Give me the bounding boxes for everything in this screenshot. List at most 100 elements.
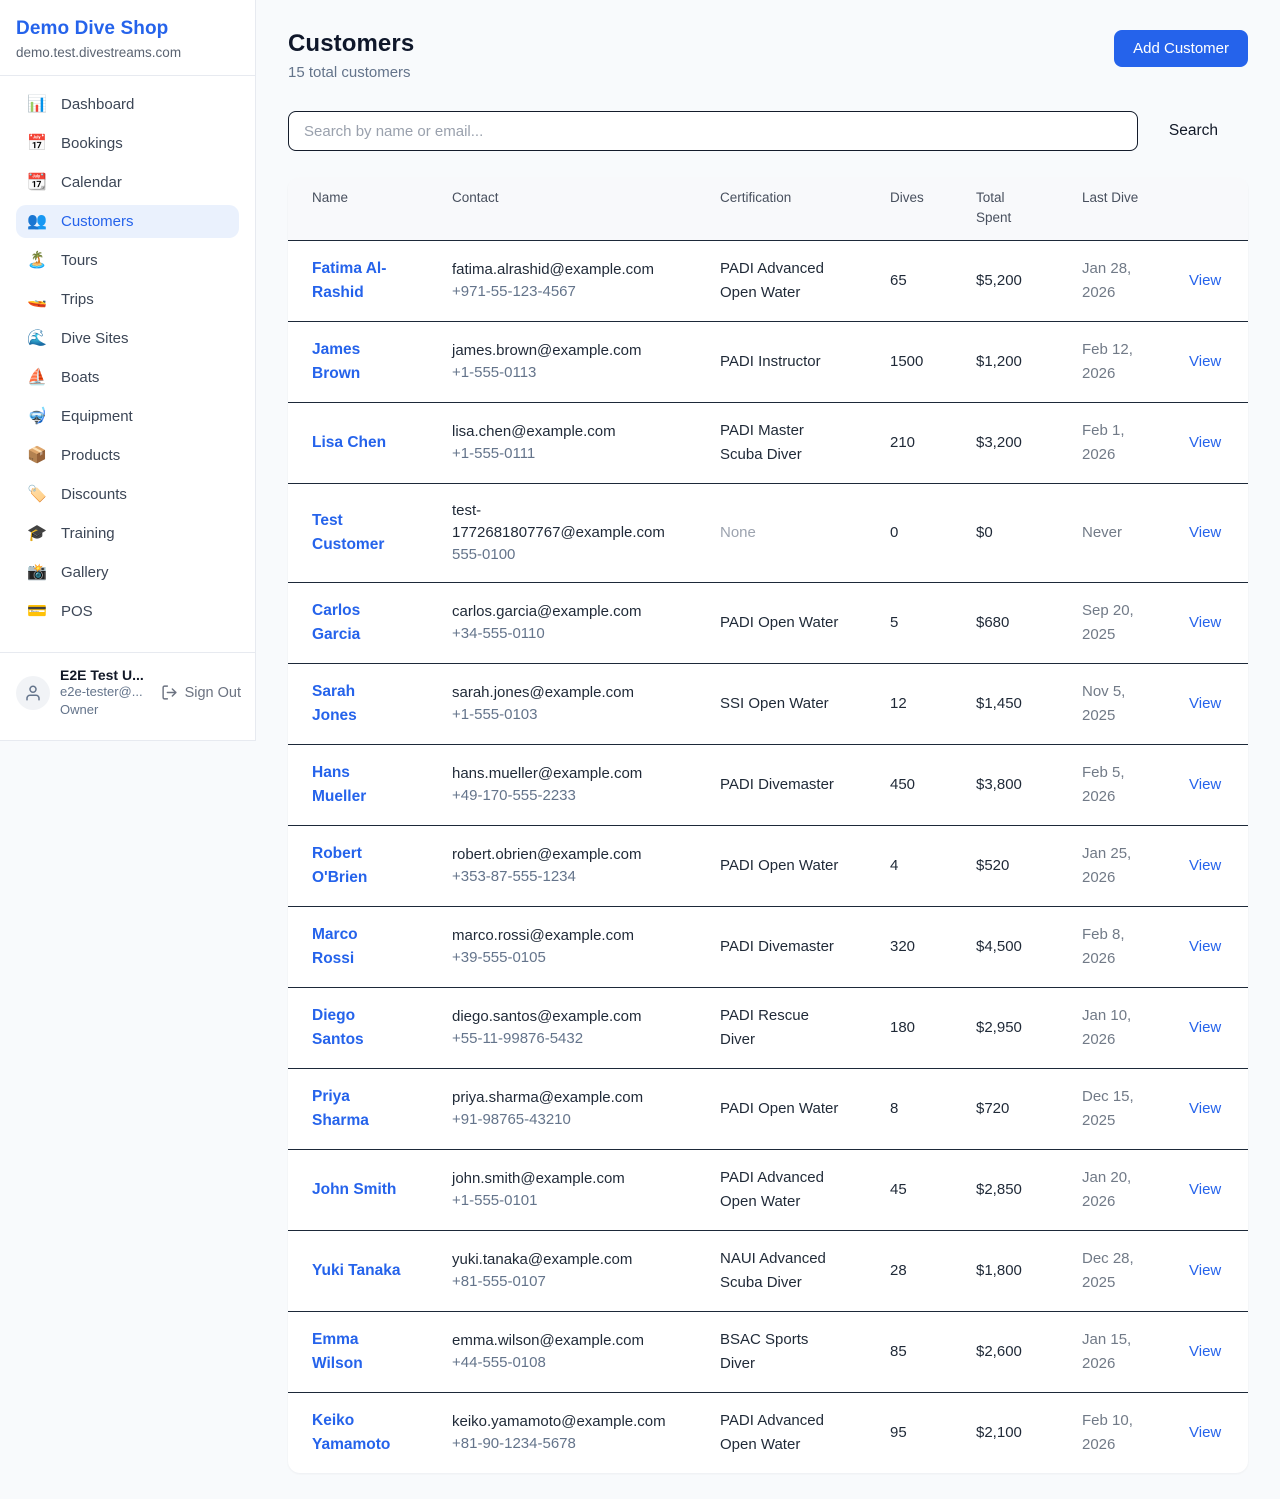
table-row: Fatima Al-Rashidfatima.alrashid@example.…: [288, 241, 1248, 322]
customer-phone: +1-555-0113: [452, 362, 672, 384]
sidebar-item-discounts[interactable]: 🏷️Discounts: [16, 478, 239, 511]
customer-certification-cell: PADI Rescue Diver: [696, 988, 866, 1069]
table-row: Robert O'Brien robert.obrien@example.com+…: [288, 826, 1248, 907]
customer-phone: +1-555-0111: [452, 443, 672, 465]
customer-dives-cell: 85: [866, 1312, 952, 1393]
logout-icon: [161, 684, 178, 701]
view-customer-link[interactable]: View: [1189, 272, 1221, 289]
customer-actions-cell: View: [1165, 1150, 1248, 1231]
sidebar-item-trips[interactable]: 🚤Trips: [16, 283, 239, 316]
sidebar-item-calendar[interactable]: 📆Calendar: [16, 166, 239, 199]
search-button[interactable]: Search: [1138, 122, 1248, 140]
view-customer-link[interactable]: View: [1189, 614, 1221, 631]
customer-certification-cell: PADI Divemaster: [696, 907, 866, 988]
sign-out-label: Sign Out: [185, 685, 241, 701]
customer-name-link[interactable]: Fatima Al-Rashid: [312, 260, 386, 301]
sign-out-button[interactable]: Sign Out: [161, 684, 241, 701]
customer-total-spent-cell: $2,850: [952, 1150, 1058, 1231]
customer-actions-cell: View: [1165, 664, 1248, 745]
customer-total-spent-cell: $680: [952, 583, 1058, 664]
customer-phone: +34-555-0110: [452, 623, 672, 645]
customer-dives-cell: 210: [866, 403, 952, 484]
table-row: Diego Santosdiego.santos@example.com+55-…: [288, 988, 1248, 1069]
sidebar-item-gallery[interactable]: 📸Gallery: [16, 556, 239, 589]
sidebar-item-tours[interactable]: 🏝️Tours: [16, 244, 239, 277]
customer-name-link[interactable]: Emma Wilson: [312, 1331, 363, 1372]
customer-contact-cell: hans.mueller@example.com+49-170-555-2233: [428, 745, 696, 826]
customer-name-cell: Lisa Chen: [288, 403, 428, 484]
customer-name-cell: Priya Sharma: [288, 1069, 428, 1150]
column-header-contact: Contact: [428, 177, 696, 241]
customer-name-link[interactable]: Yuki Tanaka: [312, 1262, 400, 1279]
sidebar-item-products[interactable]: 📦Products: [16, 439, 239, 472]
customer-name-cell: Sarah Jones: [288, 664, 428, 745]
search-input[interactable]: [288, 111, 1138, 151]
person-icon: [24, 684, 42, 702]
customer-name-link[interactable]: Lisa Chen: [312, 434, 386, 451]
view-customer-link[interactable]: View: [1189, 1343, 1221, 1360]
customer-certification-cell: PADI Advanced Open Water: [696, 1150, 866, 1231]
view-customer-link[interactable]: View: [1189, 1181, 1221, 1198]
customer-email: robert.obrien@example.com: [452, 844, 672, 866]
view-customer-link[interactable]: View: [1189, 1262, 1221, 1279]
view-customer-link[interactable]: View: [1189, 353, 1221, 370]
customer-name-cell: Marco Rossi: [288, 907, 428, 988]
sidebar-nav: 📊Dashboard 📅Bookings 📆Calendar 👥Customers 🏝️…: [0, 76, 255, 642]
customer-total-spent-cell: $3,200: [952, 403, 1058, 484]
sidebar-item-boats[interactable]: ⛵Boats: [16, 361, 239, 394]
customer-name-link[interactable]: Marco Rossi: [312, 926, 358, 967]
customer-name-link[interactable]: Test Customer: [312, 512, 384, 553]
customer-name-link[interactable]: Robert O'Brien: [312, 845, 367, 886]
customer-phone: +81-555-0107: [452, 1271, 672, 1293]
view-customer-link[interactable]: View: [1189, 1019, 1221, 1036]
customer-name-link[interactable]: Priya Sharma: [312, 1088, 369, 1129]
view-customer-link[interactable]: View: [1189, 434, 1221, 451]
sidebar-item-training[interactable]: 🎓Training: [16, 517, 239, 550]
customer-total-spent-cell: $2,950: [952, 988, 1058, 1069]
table-row: Sarah Jonessarah.jones@example.com+1-555…: [288, 664, 1248, 745]
view-customer-link[interactable]: View: [1189, 938, 1221, 955]
view-customer-link[interactable]: View: [1189, 776, 1221, 793]
customer-name-link[interactable]: John Smith: [312, 1181, 396, 1198]
view-customer-link[interactable]: View: [1189, 524, 1221, 541]
sidebar-item-label: Dive Sites: [61, 330, 129, 347]
sidebar-item-pos[interactable]: 💳POS: [16, 595, 239, 628]
sidebar-item-label: Dashboard: [61, 96, 134, 113]
sidebar-item-bookings[interactable]: 📅Bookings: [16, 127, 239, 160]
view-customer-link[interactable]: View: [1189, 1100, 1221, 1117]
customer-name-cell: John Smith: [288, 1150, 428, 1231]
customer-name-link[interactable]: Hans Mueller: [312, 764, 366, 805]
view-customer-link[interactable]: View: [1189, 1424, 1221, 1441]
customer-last-dive-cell: Feb 10, 2026: [1058, 1393, 1165, 1474]
customer-last-dive-cell: Jan 10, 2026: [1058, 988, 1165, 1069]
column-header-certification: Certification: [696, 177, 866, 241]
customer-name-link[interactable]: Diego Santos: [312, 1007, 364, 1048]
customer-name-link[interactable]: Sarah Jones: [312, 683, 357, 724]
customer-name-cell: Yuki Tanaka: [288, 1231, 428, 1312]
customer-last-dive-cell: Feb 12, 2026: [1058, 322, 1165, 403]
customer-contact-cell: yuki.tanaka@example.com+81-555-0107: [428, 1231, 696, 1312]
customer-name-link[interactable]: Carlos Garcia: [312, 602, 360, 643]
customer-name-link[interactable]: James Brown: [312, 341, 360, 382]
customer-contact-cell: robert.obrien@example.com+353-87-555-123…: [428, 826, 696, 907]
customer-name-cell: Test Customer: [288, 484, 428, 583]
add-customer-button[interactable]: Add Customer: [1114, 30, 1248, 67]
customer-email: diego.santos@example.com: [452, 1006, 672, 1028]
shop-domain: demo.test.divestreams.com: [16, 45, 239, 60]
sidebar-item-dive-sites[interactable]: 🌊Dive Sites: [16, 322, 239, 355]
view-customer-link[interactable]: View: [1189, 695, 1221, 712]
table-row: Emma Wilsonemma.wilson@example.com+44-55…: [288, 1312, 1248, 1393]
customer-email: yuki.tanaka@example.com: [452, 1249, 672, 1271]
customer-phone: +1-555-0101: [452, 1190, 672, 1212]
table-row: Hans Mueller hans.mueller@example.com+49-…: [288, 745, 1248, 826]
sidebar-item-label: Gallery: [61, 564, 109, 581]
customer-name-link[interactable]: Keiko Yamamoto: [312, 1412, 390, 1453]
table-row: John Smithjohn.smith@example.com+1-555-0…: [288, 1150, 1248, 1231]
sidebar-item-customers[interactable]: 👥Customers: [16, 205, 239, 238]
sidebar-item-label: Calendar: [61, 174, 122, 191]
sidebar-item-dashboard[interactable]: 📊Dashboard: [16, 88, 239, 121]
view-customer-link[interactable]: View: [1189, 857, 1221, 874]
sidebar-item-equipment[interactable]: 🤿Equipment: [16, 400, 239, 433]
column-header-total-spent: Total Spent: [952, 177, 1058, 241]
customer-actions-cell: View: [1165, 484, 1248, 583]
